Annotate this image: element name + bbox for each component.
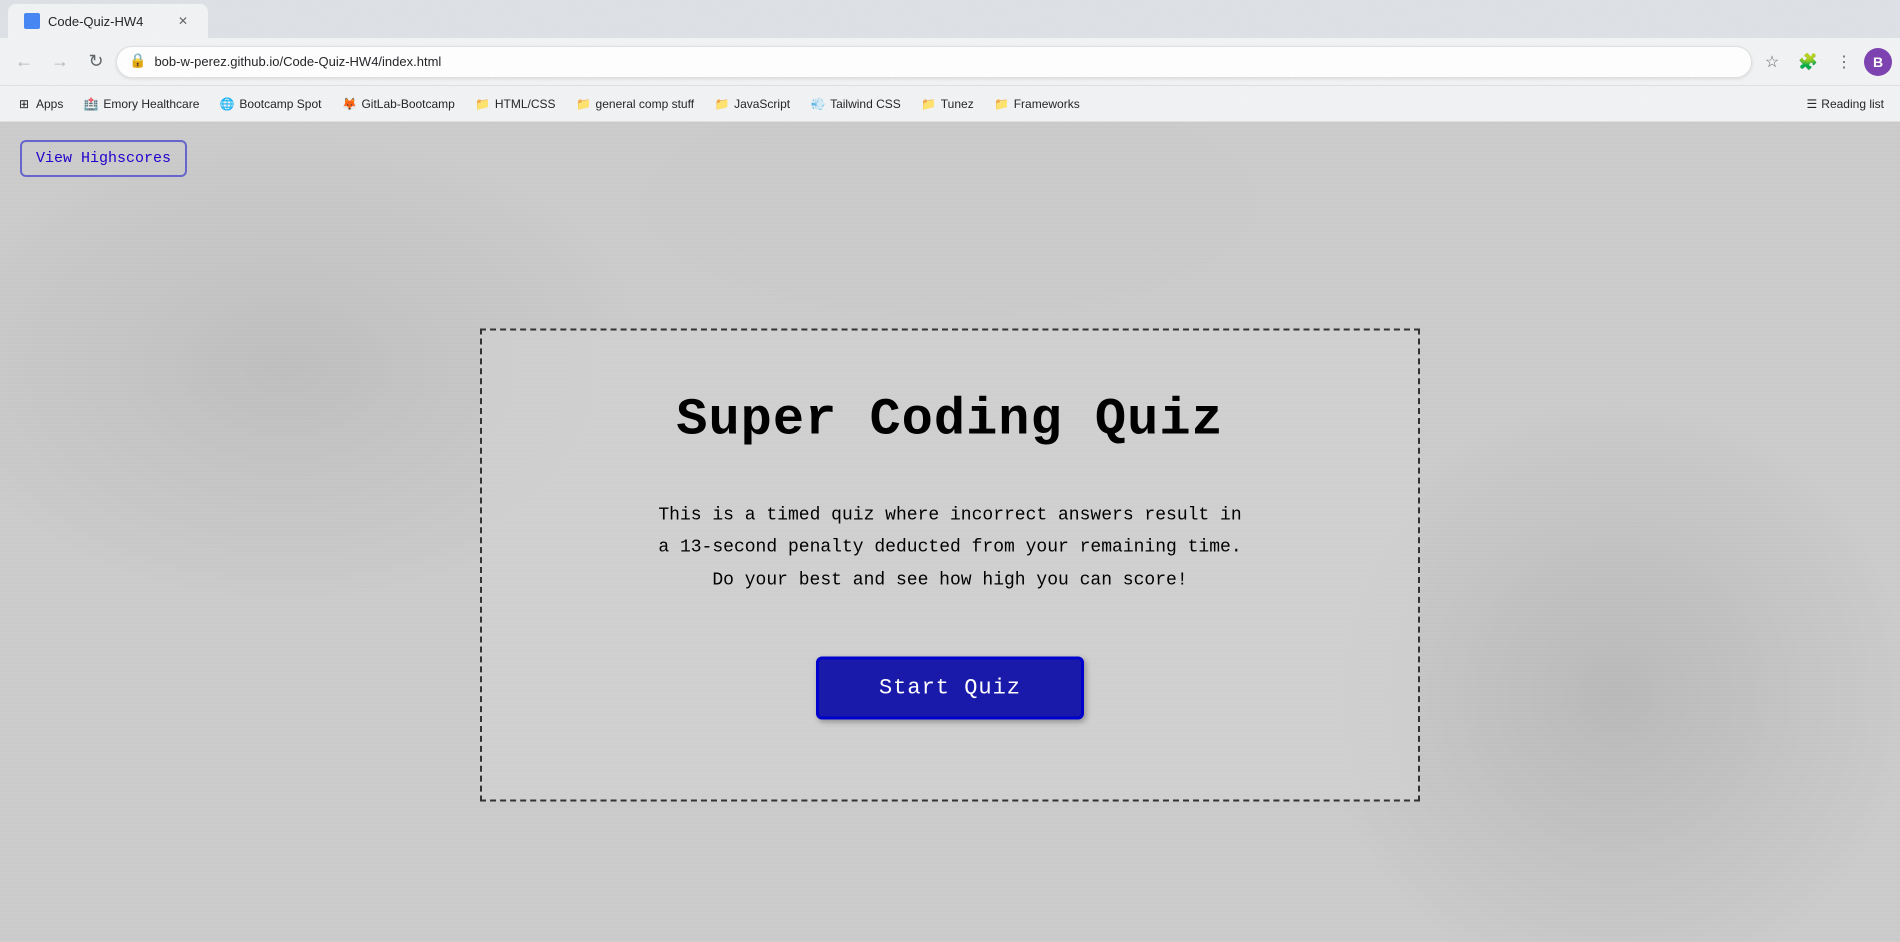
address-bar-row: ← → ↻ 🔒 bob-w-perez.github.io/Code-Quiz-… xyxy=(0,38,1900,86)
reading-list-button[interactable]: ☰ Reading list xyxy=(1799,93,1892,115)
start-quiz-button[interactable]: Start Quiz xyxy=(816,657,1084,720)
emory-icon: 🏥 xyxy=(83,96,99,112)
gitlab-icon: 🦊 xyxy=(341,96,357,112)
tab-title: Code-Quiz-HW4 xyxy=(48,14,166,29)
javascript-icon: 📁 xyxy=(714,96,730,112)
tailwind-icon: 💨 xyxy=(810,96,826,112)
bookmark-tailwind[interactable]: 💨 Tailwind CSS xyxy=(802,92,909,116)
generalcomp-label: general comp stuff xyxy=(596,97,695,111)
quiz-container-wrapper: Super Coding Quiz This is a timed quiz w… xyxy=(480,329,1420,802)
view-highscores-button[interactable]: View Highscores xyxy=(20,140,187,177)
apps-icon: ⊞ xyxy=(16,96,32,112)
address-bar[interactable]: 🔒 bob-w-perez.github.io/Code-Quiz-HW4/in… xyxy=(116,46,1752,78)
tab-favicon xyxy=(24,13,40,29)
bootcamp-label: Bootcamp Spot xyxy=(239,97,321,111)
lock-icon: 🔒 xyxy=(129,53,146,70)
back-button[interactable]: ← xyxy=(8,46,40,78)
quiz-title: Super Coding Quiz xyxy=(676,391,1224,450)
bookmark-emory[interactable]: 🏥 Emory Healthcare xyxy=(75,92,207,116)
bookmark-bootcamp[interactable]: 🌐 Bootcamp Spot xyxy=(211,92,329,116)
frameworks-icon: 📁 xyxy=(994,96,1010,112)
bookmark-apps[interactable]: ⊞ Apps xyxy=(8,92,71,116)
quiz-container: Super Coding Quiz This is a timed quiz w… xyxy=(480,329,1420,802)
htmlcss-label: HTML/CSS xyxy=(495,97,556,111)
emory-label: Emory Healthcare xyxy=(103,97,199,111)
bootcamp-icon: 🌐 xyxy=(219,96,235,112)
reload-button[interactable]: ↻ xyxy=(80,46,112,78)
quiz-description-line1: This is a timed quiz where incorrect ans… xyxy=(658,506,1241,526)
bookmark-frameworks[interactable]: 📁 Frameworks xyxy=(986,92,1088,116)
tailwind-label: Tailwind CSS xyxy=(830,97,901,111)
bookmarks-bar: ⊞ Apps 🏥 Emory Healthcare 🌐 Bootcamp Spo… xyxy=(0,86,1900,122)
bookmark-generalcomp[interactable]: 📁 general comp stuff xyxy=(568,92,703,116)
page-content: View Highscores Super Coding Quiz This i… xyxy=(0,122,1900,942)
active-tab[interactable]: Code-Quiz-HW4 ✕ xyxy=(8,4,208,38)
bookmark-htmlcss[interactable]: 📁 HTML/CSS xyxy=(467,92,564,116)
quiz-description: This is a timed quiz where incorrect ans… xyxy=(658,500,1241,597)
profile-avatar[interactable]: B xyxy=(1864,48,1892,76)
tab-close-button[interactable]: ✕ xyxy=(174,12,192,30)
bookmark-gitlab[interactable]: 🦊 GitLab-Bootcamp xyxy=(333,92,462,116)
apps-label: Apps xyxy=(36,97,63,111)
quiz-description-line2: a 13-second penalty deducted from your r… xyxy=(658,538,1241,558)
reading-list-icon: ☰ xyxy=(1807,97,1818,111)
reading-list-label: Reading list xyxy=(1821,97,1884,111)
bookmark-tunez[interactable]: 📁 Tunez xyxy=(913,92,982,116)
htmlcss-icon: 📁 xyxy=(475,96,491,112)
quiz-description-line3: Do your best and see how high you can sc… xyxy=(712,570,1187,590)
tunez-icon: 📁 xyxy=(921,96,937,112)
extensions-button[interactable]: 🧩 xyxy=(1792,46,1824,78)
forward-button[interactable]: → xyxy=(44,46,76,78)
tab-bar: Code-Quiz-HW4 ✕ xyxy=(0,0,1900,38)
menu-button[interactable]: ⋮ xyxy=(1828,46,1860,78)
generalcomp-icon: 📁 xyxy=(576,96,592,112)
address-bar-right: ☆ 🧩 ⋮ B xyxy=(1756,46,1892,78)
frameworks-label: Frameworks xyxy=(1014,97,1080,111)
browser-frame: Code-Quiz-HW4 ✕ ← → ↻ 🔒 bob-w-perez.gith… xyxy=(0,0,1900,942)
javascript-label: JavaScript xyxy=(734,97,790,111)
star-button[interactable]: ☆ xyxy=(1756,46,1788,78)
url-text: bob-w-perez.github.io/Code-Quiz-HW4/inde… xyxy=(154,54,1739,69)
tunez-label: Tunez xyxy=(941,97,974,111)
bookmark-javascript[interactable]: 📁 JavaScript xyxy=(706,92,798,116)
gitlab-label: GitLab-Bootcamp xyxy=(361,97,454,111)
